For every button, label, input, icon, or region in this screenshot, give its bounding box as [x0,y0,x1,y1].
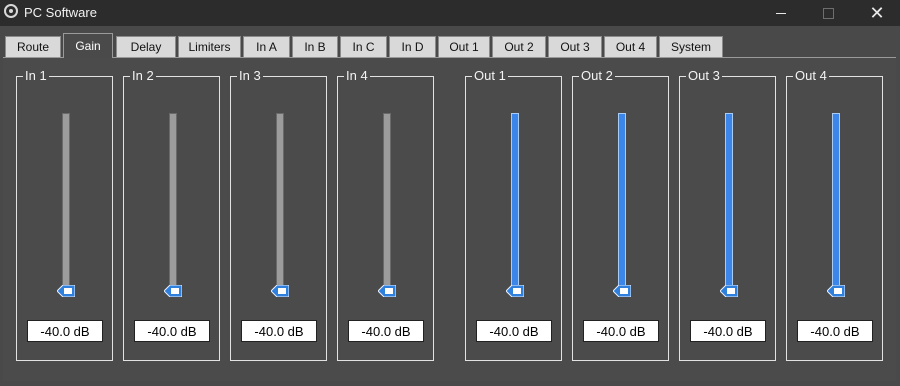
gain-slider-track[interactable] [832,113,840,291]
title-bar: PC Software ✕ [0,0,900,26]
tab-out-1[interactable]: Out 1 [438,36,490,57]
slider-thumb[interactable] [720,285,738,297]
channel-group-out-1: Out 1 -40.0 dB [465,68,562,361]
channel-label: Out 2 [579,68,615,83]
slider-thumb[interactable] [164,285,182,297]
tab-in-c[interactable]: In C [340,36,387,57]
close-icon: ✕ [869,2,885,23]
channel-label: Out 4 [793,68,829,83]
channel-group-out-2: Out 2 -40.0 dB [572,68,669,361]
close-button[interactable]: ✕ [854,0,900,26]
gain-slider-track[interactable] [618,113,626,291]
slider-thumb[interactable] [827,285,845,297]
gain-slider-track[interactable] [169,113,177,291]
channel-label: In 3 [237,68,263,83]
tab-out-3[interactable]: Out 3 [548,36,602,57]
slider-thumb[interactable] [57,285,75,297]
channel-label: Out 1 [472,68,508,83]
channel-group-out-3: Out 3 -40.0 dB [679,68,776,361]
channel-group-in-2: In 2 -40.0 dB [123,68,220,361]
app-logo-icon [4,4,18,18]
slider-thumb[interactable] [613,285,631,297]
gain-value-field[interactable]: -40.0 dB [134,320,210,342]
gain-slider-track[interactable] [511,113,519,291]
channel-group-in-4: In 4 -40.0 dB [337,68,434,361]
gain-value-field[interactable]: -40.0 dB [583,320,659,342]
gain-slider-track[interactable] [383,113,391,291]
tab-limiters[interactable]: Limiters [178,36,241,57]
channel-group-in-3: In 3 -40.0 dB [230,68,327,361]
channel-label: Out 3 [686,68,722,83]
gain-value-field[interactable]: -40.0 dB [348,320,424,342]
tab-out-2[interactable]: Out 2 [492,36,546,57]
window-title: PC Software [24,5,97,20]
tab-strip: Route Gain Delay Limiters In A In B In C… [0,33,900,58]
gain-slider-track[interactable] [62,113,70,291]
channel-label: In 4 [344,68,370,83]
slider-thumb[interactable] [271,285,289,297]
minimize-button[interactable] [758,0,804,26]
channel-group-in-1: In 1 -40.0 dB [16,68,113,361]
tab-out-4[interactable]: Out 4 [604,36,657,57]
gain-value-field[interactable]: -40.0 dB [27,320,103,342]
tab-gain[interactable]: Gain [63,33,113,58]
gain-value-field[interactable]: -40.0 dB [476,320,552,342]
tab-route[interactable]: Route [5,36,61,57]
gain-value-field[interactable]: -40.0 dB [690,320,766,342]
app-window: PC Software ✕ Route Gain Delay Limiters … [0,0,900,386]
channel-label: In 1 [23,68,49,83]
channel-label: In 2 [130,68,156,83]
tab-in-b[interactable]: In B [292,36,338,57]
tab-system[interactable]: System [659,36,723,57]
maximize-icon [822,7,834,19]
channel-group-out-4: Out 4 -40.0 dB [786,68,883,361]
gain-value-field[interactable]: -40.0 dB [241,320,317,342]
maximize-button[interactable] [805,0,851,26]
tab-in-d[interactable]: In D [389,36,436,57]
slider-thumb[interactable] [506,285,524,297]
tab-in-a[interactable]: In A [243,36,290,57]
tab-delay[interactable]: Delay [116,36,176,57]
slider-thumb[interactable] [378,285,396,297]
gain-value-field[interactable]: -40.0 dB [797,320,873,342]
gain-slider-track[interactable] [725,113,733,291]
minimize-icon [776,12,786,14]
gain-slider-track[interactable] [276,113,284,291]
